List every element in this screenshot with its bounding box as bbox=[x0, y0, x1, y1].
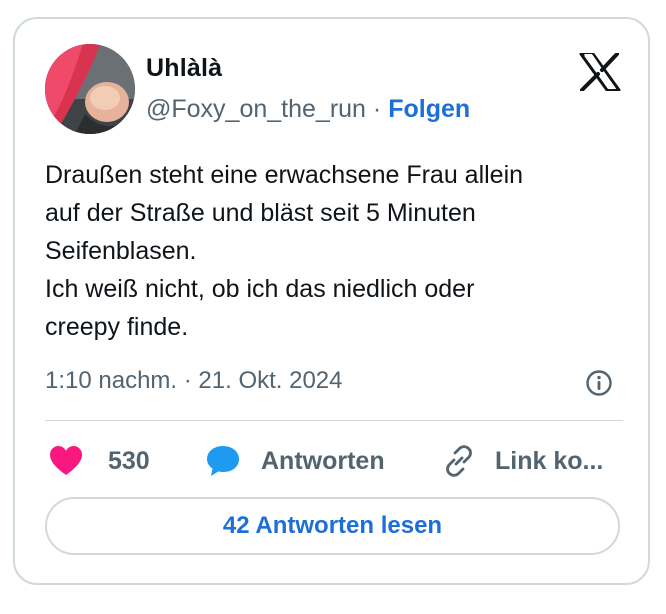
copy-link-button[interactable]: Link ko... bbox=[441, 439, 603, 483]
tweet-card: Uhlàlà @Foxy_on_the_run · Folgen Draußen… bbox=[13, 17, 650, 585]
info-icon[interactable] bbox=[585, 369, 613, 397]
like-count: 530 bbox=[108, 446, 150, 475]
follow-link[interactable]: Folgen bbox=[388, 95, 470, 123]
author-handle-row: @Foxy_on_the_run · Folgen bbox=[146, 95, 470, 124]
like-button[interactable]: 530 bbox=[49, 439, 150, 483]
heart-icon bbox=[50, 446, 82, 475]
author-handle[interactable]: @Foxy_on_the_run bbox=[146, 95, 366, 123]
tweet-text: Draußen steht eine erwachsene Frau allei… bbox=[45, 161, 524, 341]
reply-label: Antworten bbox=[261, 446, 385, 475]
avatar[interactable] bbox=[45, 44, 135, 134]
copy-link-label: Link ko... bbox=[495, 446, 604, 475]
speech-bubble-icon bbox=[207, 446, 239, 476]
read-replies-button[interactable]: 42 Antworten lesen bbox=[45, 497, 620, 555]
tweet-timestamp[interactable]: 1:10 nachm. · 21. Okt. 2024 bbox=[45, 367, 343, 395]
divider bbox=[45, 420, 623, 421]
link-icon bbox=[446, 445, 472, 477]
x-logo-icon[interactable] bbox=[579, 53, 621, 91]
reply-button[interactable]: Antworten bbox=[205, 439, 385, 483]
separator-dot: · bbox=[372, 95, 382, 123]
action-bar: 530 Antworten Link ko... bbox=[45, 439, 635, 483]
author-display-name[interactable]: Uhlàlà bbox=[146, 54, 222, 83]
avatar-image bbox=[45, 44, 135, 134]
